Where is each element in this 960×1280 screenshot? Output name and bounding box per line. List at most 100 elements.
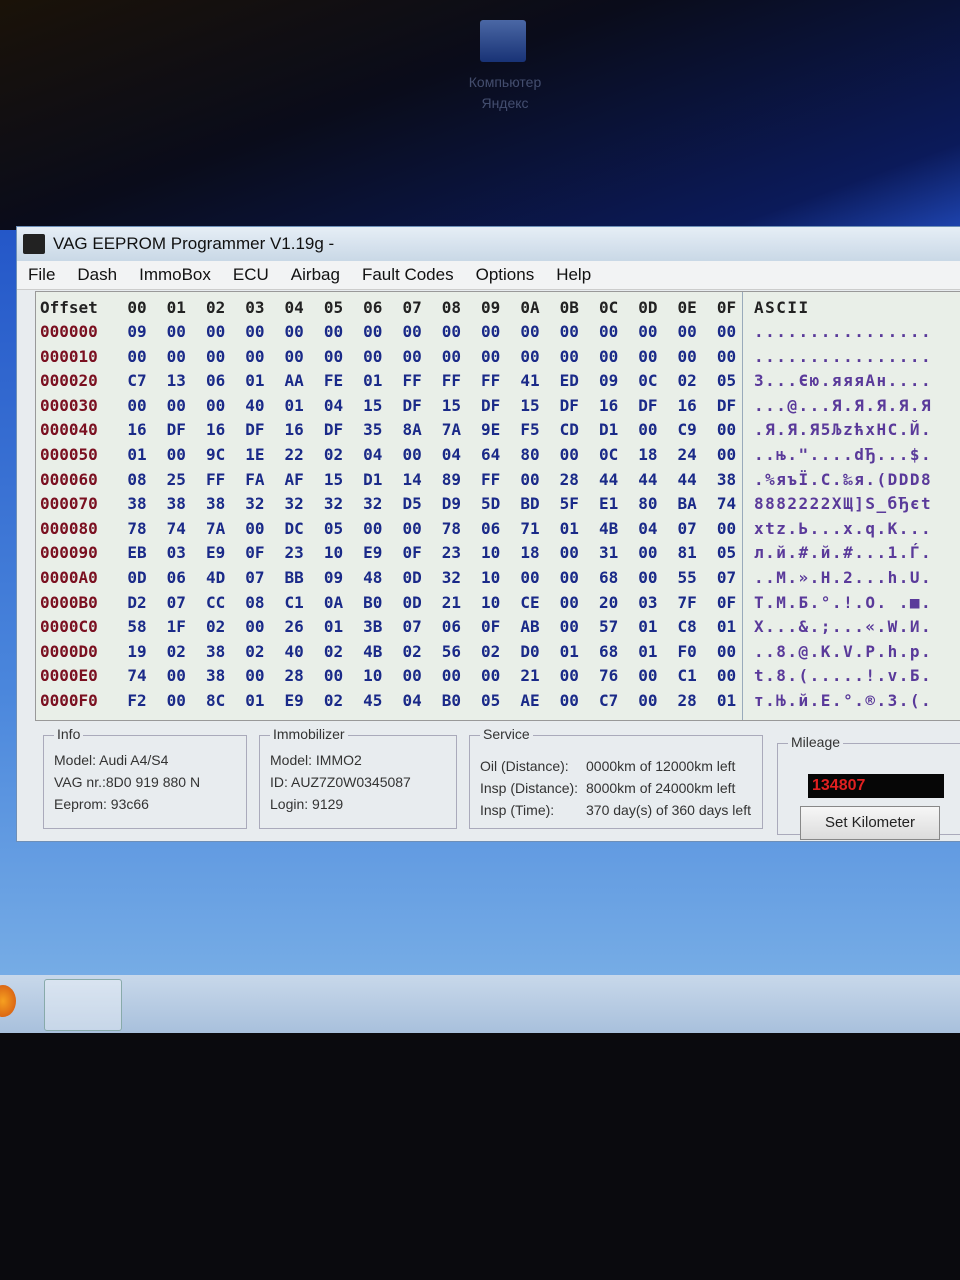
hex-byte[interactable]: 07 bbox=[397, 615, 427, 639]
hex-byte[interactable]: 38 bbox=[712, 468, 742, 492]
hex-byte[interactable]: 00 bbox=[397, 443, 427, 467]
hex-byte[interactable]: 0D bbox=[633, 296, 663, 320]
hex-byte[interactable]: 09 bbox=[594, 369, 624, 393]
hex-byte[interactable]: FF bbox=[476, 369, 506, 393]
menu-help[interactable]: Help bbox=[545, 265, 602, 285]
hex-byte[interactable]: 3B bbox=[358, 615, 388, 639]
hex-byte[interactable]: 38 bbox=[201, 492, 231, 516]
hex-byte[interactable]: 04 bbox=[358, 443, 388, 467]
hex-byte[interactable]: 02 bbox=[319, 640, 349, 664]
hex-byte[interactable]: 81 bbox=[672, 541, 702, 565]
hex-byte[interactable]: 45 bbox=[358, 689, 388, 713]
ascii-cell[interactable]: ASCII bbox=[754, 296, 810, 320]
ascii-cell[interactable]: ................ bbox=[754, 320, 932, 344]
hex-byte[interactable]: 02 bbox=[319, 443, 349, 467]
hex-byte[interactable]: AF bbox=[279, 468, 309, 492]
hex-byte[interactable]: 80 bbox=[633, 492, 663, 516]
hex-byte[interactable]: 05 bbox=[712, 369, 742, 393]
hex-byte[interactable]: 40 bbox=[279, 640, 309, 664]
hex-byte[interactable]: 16 bbox=[672, 394, 702, 418]
hex-byte[interactable]: 00 bbox=[240, 320, 270, 344]
hex-byte[interactable]: 0A bbox=[515, 296, 545, 320]
hex-byte[interactable]: 57 bbox=[594, 615, 624, 639]
hex-byte[interactable]: 80 bbox=[515, 443, 545, 467]
menu-dash[interactable]: Dash bbox=[66, 265, 128, 285]
hex-byte[interactable]: 0C bbox=[594, 296, 624, 320]
hex-byte[interactable]: 00 bbox=[279, 320, 309, 344]
hex-byte[interactable]: 1F bbox=[161, 615, 191, 639]
hex-byte[interactable]: 03 bbox=[161, 541, 191, 565]
hex-byte[interactable]: E9 bbox=[279, 689, 309, 713]
hex-byte[interactable]: C8 bbox=[672, 615, 702, 639]
hex-byte[interactable]: 0C bbox=[594, 443, 624, 467]
hex-byte[interactable]: 00 bbox=[436, 345, 466, 369]
hex-byte[interactable]: 89 bbox=[436, 468, 466, 492]
hex-byte[interactable]: 01 bbox=[319, 615, 349, 639]
hex-byte[interactable]: 00 bbox=[554, 443, 584, 467]
hex-byte[interactable]: 13 bbox=[161, 369, 191, 393]
hex-byte[interactable]: C7 bbox=[594, 689, 624, 713]
hex-byte[interactable]: 0D bbox=[397, 591, 427, 615]
hex-byte[interactable]: ED bbox=[554, 369, 584, 393]
ascii-cell[interactable]: ..8.@.K.V.Р.h.р. bbox=[754, 640, 932, 664]
hex-byte[interactable]: 32 bbox=[279, 492, 309, 516]
hex-byte[interactable]: 74 bbox=[122, 664, 152, 688]
hex-byte[interactable]: 15 bbox=[358, 394, 388, 418]
hex-byte[interactable]: 04 bbox=[633, 517, 663, 541]
hex-byte[interactable]: 15 bbox=[515, 394, 545, 418]
hex-byte[interactable]: 02 bbox=[201, 296, 231, 320]
hex-byte[interactable]: 00 bbox=[515, 345, 545, 369]
hex-byte[interactable]: 78 bbox=[122, 517, 152, 541]
hex-byte[interactable]: DF bbox=[240, 418, 270, 442]
hex-byte[interactable]: 00 bbox=[672, 320, 702, 344]
hex-byte[interactable]: FF bbox=[476, 468, 506, 492]
hex-byte[interactable]: 00 bbox=[712, 418, 742, 442]
hex-byte[interactable]: 00 bbox=[712, 443, 742, 467]
ascii-cell[interactable]: 8882222ХЩ]Ѕ_бЂєt bbox=[754, 492, 932, 516]
hex-byte[interactable]: 22 bbox=[279, 443, 309, 467]
hex-byte[interactable]: 06 bbox=[436, 615, 466, 639]
menu-fault-codes[interactable]: Fault Codes bbox=[351, 265, 465, 285]
hex-byte[interactable]: 41 bbox=[515, 369, 545, 393]
hex-byte[interactable]: 00 bbox=[633, 418, 663, 442]
hex-byte[interactable]: 01 bbox=[554, 517, 584, 541]
hex-byte[interactable]: 00 bbox=[672, 345, 702, 369]
set-kilometer-button[interactable]: Set Kilometer bbox=[800, 806, 940, 840]
hex-byte[interactable]: 78 bbox=[436, 517, 466, 541]
hex-byte[interactable]: FF bbox=[201, 468, 231, 492]
hex-byte[interactable]: 16 bbox=[279, 418, 309, 442]
hex-byte[interactable]: 02 bbox=[397, 640, 427, 664]
hex-byte[interactable]: 01 bbox=[240, 369, 270, 393]
hex-byte[interactable]: 8C bbox=[201, 689, 231, 713]
hex-byte[interactable]: 04 bbox=[397, 689, 427, 713]
hex-byte[interactable]: 44 bbox=[672, 468, 702, 492]
hex-byte[interactable]: 01 bbox=[358, 369, 388, 393]
ascii-cell[interactable]: ..њ."....dЂ...$. bbox=[754, 443, 932, 467]
ascii-cell[interactable]: xtz.Ь...x.q.K... bbox=[754, 517, 932, 541]
hex-byte[interactable]: 23 bbox=[436, 541, 466, 565]
hex-byte[interactable]: 00 bbox=[476, 345, 506, 369]
hex-byte[interactable]: E1 bbox=[594, 492, 624, 516]
hex-byte[interactable]: 00 bbox=[319, 345, 349, 369]
hex-byte[interactable]: 07 bbox=[161, 591, 191, 615]
ascii-cell[interactable]: З...Єю.яяяАн.... bbox=[754, 369, 932, 393]
hex-byte[interactable]: 00 bbox=[633, 320, 663, 344]
hex-byte[interactable]: 68 bbox=[594, 640, 624, 664]
hex-byte[interactable]: C1 bbox=[672, 664, 702, 688]
hex-byte[interactable]: BA bbox=[672, 492, 702, 516]
hex-byte[interactable]: 23 bbox=[279, 541, 309, 565]
hex-byte[interactable]: C1 bbox=[279, 591, 309, 615]
hex-byte[interactable]: 01 bbox=[279, 394, 309, 418]
hex-byte[interactable]: 00 bbox=[279, 345, 309, 369]
hex-byte[interactable]: 10 bbox=[358, 664, 388, 688]
hex-byte[interactable]: 08 bbox=[122, 468, 152, 492]
hex-byte[interactable]: E9 bbox=[358, 541, 388, 565]
hex-byte[interactable]: FA bbox=[240, 468, 270, 492]
hex-byte[interactable]: 4B bbox=[594, 517, 624, 541]
hex-byte[interactable]: 05 bbox=[319, 517, 349, 541]
hex-byte[interactable]: 7A bbox=[201, 517, 231, 541]
menu-file[interactable]: File bbox=[17, 265, 66, 285]
hex-byte[interactable]: 09 bbox=[122, 320, 152, 344]
hex-byte[interactable]: 56 bbox=[436, 640, 466, 664]
hex-byte[interactable]: FF bbox=[436, 369, 466, 393]
